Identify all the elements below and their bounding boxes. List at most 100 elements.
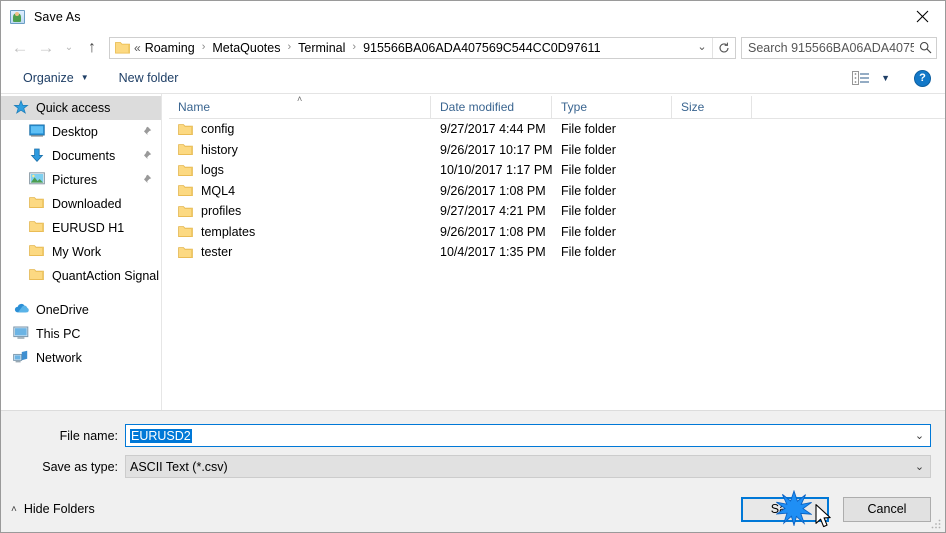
chevron-down-icon[interactable]: ⌄ xyxy=(909,460,930,473)
sidebar-item-downloaded[interactable]: Downloaded xyxy=(1,192,161,216)
file-name-cell[interactable]: tester xyxy=(169,245,431,259)
file-name-label: File name: xyxy=(59,428,118,443)
file-name-cell[interactable]: config xyxy=(169,122,431,136)
sidebar-item-this-pc[interactable]: This PC xyxy=(1,322,161,346)
file-name-cell[interactable]: logs xyxy=(169,163,431,177)
file-name-label: profiles xyxy=(201,204,242,219)
file-name-value: EURUSD2 xyxy=(130,428,192,443)
file-name-cell[interactable]: history xyxy=(169,143,431,157)
file-date-cell: 9/26/2017 10:17 PM xyxy=(440,142,552,157)
folder-icon xyxy=(29,196,46,212)
file-name-input[interactable]: EURUSD2 xyxy=(126,428,909,443)
file-type-cell: File folder xyxy=(561,142,616,157)
table-row[interactable]: profiles 9/27/2017 4:21 PM File folder xyxy=(169,201,945,222)
back-arrow-icon[interactable]: ← xyxy=(7,35,33,61)
column-header-date-modified[interactable]: Date modified xyxy=(431,96,552,118)
breadcrumb-item-terminal[interactable]: Terminal xyxy=(296,41,347,55)
sidebar-item-documents[interactable]: Documents xyxy=(1,144,161,168)
column-header-size[interactable]: Size xyxy=(672,96,752,118)
save-button[interactable]: Save xyxy=(741,496,829,522)
search-icon[interactable] xyxy=(914,41,936,54)
folder-icon xyxy=(178,246,194,259)
this-pc-icon xyxy=(13,326,30,342)
hide-folders-button[interactable]: ˄ Hide Folders xyxy=(11,502,95,516)
pane-splitter[interactable] xyxy=(161,94,169,410)
file-name-row: File name: EURUSD2 ⌄ xyxy=(1,424,945,447)
table-row[interactable]: MQL4 9/26/2017 1:08 PM File folder xyxy=(169,181,945,202)
file-name-combo[interactable]: EURUSD2 ⌄ xyxy=(125,424,931,447)
sidebar-item-eurusd-h1[interactable]: EURUSD H1 xyxy=(1,216,161,240)
file-name-cell[interactable]: MQL4 xyxy=(169,184,431,198)
search-input[interactable]: Search 915566BA06ADA40756... xyxy=(742,41,914,55)
chevron-up-icon: ˄ xyxy=(11,503,17,515)
breadcrumb-separator-2[interactable]: › xyxy=(282,42,296,53)
column-header-name[interactable]: ˄ Name xyxy=(169,94,431,118)
cancel-button[interactable]: Cancel xyxy=(843,496,931,522)
save-label: Save xyxy=(770,502,800,516)
view-options-button[interactable]: ▼ xyxy=(846,66,894,90)
pictures-icon xyxy=(29,172,46,188)
file-name-label: logs xyxy=(201,163,224,178)
table-row[interactable]: history 9/26/2017 10:17 PM File folder xyxy=(169,140,945,161)
sidebar-item-my-work[interactable]: My Work xyxy=(1,240,161,264)
sidebar-item-label: My Work xyxy=(52,245,102,259)
organize-button[interactable]: Organize ▼ xyxy=(15,66,97,90)
table-row[interactable]: tester 10/4/2017 1:35 PM File folder xyxy=(169,242,945,263)
breadcrumb-lead[interactable]: « xyxy=(134,41,143,55)
organize-label: Organize xyxy=(23,71,74,85)
sidebar-item-label: Pictures xyxy=(52,173,98,187)
column-header-label: Size xyxy=(681,100,705,114)
file-date-cell: 10/4/2017 1:35 PM xyxy=(440,245,546,260)
sidebar-item-quick-access[interactable]: Quick access xyxy=(1,96,161,120)
file-type-cell: File folder xyxy=(561,183,616,198)
sidebar-item-network[interactable]: Network xyxy=(1,346,161,370)
breadcrumb-item-roaming[interactable]: Roaming xyxy=(143,41,197,55)
sidebar-item-onedrive[interactable]: OneDrive xyxy=(1,298,161,322)
help-icon[interactable]: ? xyxy=(914,69,931,87)
hide-folders-label: Hide Folders xyxy=(23,502,95,516)
table-row[interactable]: config 9/27/2017 4:44 PM File folder xyxy=(169,119,945,140)
column-header-type[interactable]: Type xyxy=(552,96,672,118)
file-date-cell: 9/26/2017 1:08 PM xyxy=(440,224,546,239)
sidebar-item-desktop[interactable]: Desktop xyxy=(1,120,161,144)
pin-icon[interactable] xyxy=(141,150,152,161)
sidebar-item-label: QuantAction Signal xyxy=(52,269,160,283)
breadcrumb-separator-3[interactable]: › xyxy=(347,42,361,53)
resize-grip-icon[interactable] xyxy=(930,518,942,530)
search-box[interactable]: Search 915566BA06ADA40756... xyxy=(741,36,937,59)
file-name-label: templates xyxy=(201,224,256,239)
save-as-type-label: Save as type: xyxy=(42,459,118,474)
address-bar[interactable]: « Roaming › MetaQuotes › Terminal › 9155… xyxy=(109,36,736,59)
file-date-cell: 9/27/2017 4:21 PM xyxy=(440,204,546,219)
file-date-cell: 10/10/2017 1:17 PM xyxy=(440,163,552,178)
table-row[interactable]: logs 10/10/2017 1:17 PM File folder xyxy=(169,160,945,181)
up-arrow-icon[interactable]: ↑ xyxy=(79,35,105,61)
pin-icon[interactable] xyxy=(141,174,152,185)
star-icon xyxy=(13,99,30,116)
folder-icon xyxy=(178,205,194,218)
pin-icon[interactable] xyxy=(141,126,152,137)
file-rows: config 9/27/2017 4:44 PM File folder his… xyxy=(169,119,945,410)
breadcrumb-item-terminal-id[interactable]: 915566BA06ADA407569C544CC0D97611 xyxy=(361,41,602,55)
save-as-dialog: Save As ← → ⌄ ↑ « Roaming › MetaQuotes ›… xyxy=(0,0,946,533)
sidebar-item-label: Desktop xyxy=(52,125,98,139)
table-row[interactable]: templates 9/26/2017 1:08 PM File folder xyxy=(169,222,945,243)
sidebar-item-quantaction-signal[interactable]: QuantAction Signal xyxy=(1,264,161,288)
sidebar-item-label: EURUSD H1 xyxy=(52,221,125,235)
chevron-down-icon[interactable]: ⌄ xyxy=(909,429,930,442)
new-folder-button[interactable]: New folder xyxy=(111,66,187,90)
forward-arrow-icon[interactable]: → xyxy=(33,35,59,61)
recent-locations-chevron-down-icon[interactable]: ⌄ xyxy=(59,35,79,61)
dialog-body: Quick access Desktop Documents Pictures … xyxy=(1,94,945,410)
file-name-cell[interactable]: profiles xyxy=(169,204,431,218)
file-type-cell: File folder xyxy=(561,122,616,137)
breadcrumb-separator-1[interactable]: › xyxy=(197,42,211,53)
address-chevron-down-icon[interactable]: ⌄ xyxy=(692,38,712,58)
sidebar-item-pictures[interactable]: Pictures xyxy=(1,168,161,192)
close-icon[interactable] xyxy=(899,1,945,31)
breadcrumb-item-metaquotes[interactable]: MetaQuotes xyxy=(210,41,282,55)
dialog-footer: ˄ Hide Folders Save Cancel xyxy=(1,486,945,532)
file-name-cell[interactable]: templates xyxy=(169,225,431,239)
refresh-icon[interactable] xyxy=(712,37,735,58)
save-as-type-combo[interactable]: ASCII Text (*.csv) ⌄ xyxy=(125,455,931,478)
